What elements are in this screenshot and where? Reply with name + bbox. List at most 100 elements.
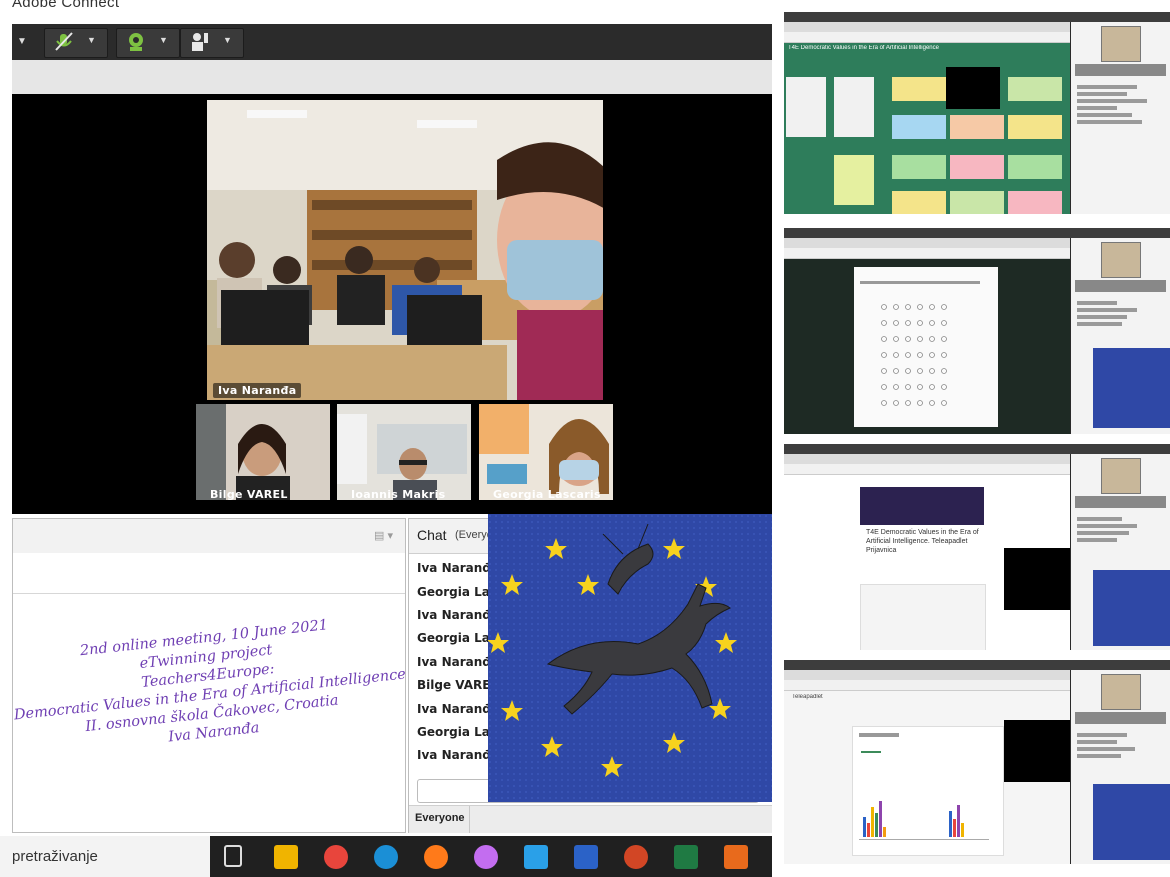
attendee-list — [1071, 730, 1170, 761]
padlet-card[interactable] — [892, 155, 946, 179]
participant-thumbnails — [1075, 64, 1166, 76]
browser-tabs — [784, 238, 1070, 248]
eu-deer-thumbnail — [1093, 570, 1170, 646]
presenter-name-label: Iva Naranđa — [213, 383, 302, 398]
connect-sidebar — [1071, 670, 1170, 864]
form-header-image — [860, 487, 984, 525]
padlet-video-overlay — [946, 67, 1000, 109]
camera-dropdown-icon[interactable]: ▼ — [159, 35, 168, 45]
browser-address-bar — [784, 680, 1070, 691]
padlet-card[interactable] — [834, 77, 874, 137]
padlet-card[interactable] — [1008, 191, 1062, 214]
app-title: Adobe Connect — [12, 0, 120, 11]
survey-grid — [860, 281, 980, 406]
screenshot-survey-form: T4E Democratic Values in the Era of Arti… — [784, 444, 1170, 650]
meeting-toolbar: ▼ ▼ ▼ ▼ — [12, 24, 772, 60]
classroom-video-image — [207, 100, 603, 400]
microphone-muted-icon — [55, 32, 73, 51]
participant-name: Bilge VAREL — [210, 488, 288, 500]
results-bar-chart — [859, 733, 989, 840]
participant-name: Georgia Lascaris — [493, 488, 601, 500]
photos-icon[interactable] — [524, 845, 548, 869]
firefox-icon[interactable] — [424, 845, 448, 869]
padlet-card[interactable] — [892, 77, 946, 101]
padlet-card[interactable] — [950, 115, 1004, 139]
browser-window — [784, 238, 1070, 434]
pod-options-icon[interactable]: ▤ ▾ — [374, 529, 393, 542]
chrome-icon[interactable] — [324, 845, 348, 869]
share-pod-toolbar — [13, 553, 405, 594]
taskbar-search-box[interactable]: pretraživanje — [0, 836, 210, 877]
share-pod-header: ▤ ▾ — [13, 519, 405, 554]
powerpoint-icon[interactable] — [624, 845, 648, 869]
browser-tabs — [784, 454, 1070, 464]
padlet-card[interactable] — [1008, 77, 1062, 101]
padlet-card[interactable] — [786, 77, 826, 137]
browser-window: Teleapadlet — [784, 670, 1070, 864]
snipping-tool-icon[interactable] — [724, 845, 748, 869]
chat-title: Chat — [417, 527, 447, 543]
shared-slide: 2nd online meeting, 10 June 2021 eTwinni… — [13, 617, 406, 779]
webcam-thumbnail — [1101, 26, 1141, 62]
divider — [469, 806, 470, 833]
screenshot-padlet-wall: T4E Democratic Values in the Era of Arti… — [784, 12, 1170, 214]
browser-window: T4E Democratic Values in the Era of Arti… — [784, 454, 1070, 650]
form-question-grid — [860, 584, 986, 650]
chat-tab-everyone[interactable]: Everyone — [415, 812, 465, 824]
padlet-card[interactable] — [950, 155, 1004, 179]
participant-image — [337, 404, 471, 500]
webcam-thumbnail — [1101, 242, 1141, 278]
task-view-icon[interactable] — [224, 845, 242, 867]
raise-hand-button[interactable]: ▼ — [180, 28, 244, 58]
results-card — [852, 726, 1004, 856]
pod-header-bar — [12, 60, 772, 95]
file-explorer-icon[interactable] — [274, 845, 298, 869]
attendee-list — [1071, 82, 1170, 127]
share-pod: ▤ ▾ 2nd online meeting, 10 June 2021 eTw… — [12, 518, 407, 833]
adobe-connect-window: Adobe Connect ▼ ▼ ▼ ▼ Iva Naranđa Bilge … — [0, 0, 772, 877]
participant-video-bilge[interactable]: Bilge VAREL — [196, 404, 330, 500]
form-title: T4E Democratic Values in the Era of Arti… — [866, 529, 979, 554]
menu-dropdown-icon[interactable]: ▼ — [14, 30, 30, 54]
browser-icon[interactable] — [474, 845, 498, 869]
padlet-card[interactable] — [834, 155, 874, 205]
participant-thumbnails — [1075, 496, 1166, 508]
word-icon[interactable] — [574, 845, 598, 869]
padlet-title: T4E Democratic Values in the Era of Arti… — [788, 45, 939, 51]
microphone-dropdown-icon[interactable]: ▼ — [87, 35, 96, 45]
status-dropdown-icon[interactable]: ▼ — [223, 35, 232, 45]
window-titlebar — [784, 228, 1170, 238]
taskbar-search-text: pretraživanje — [12, 848, 98, 865]
participant-name: Ioannis Makris — [351, 488, 446, 500]
excel-icon[interactable] — [674, 845, 698, 869]
microphone-button[interactable]: ▼ — [44, 28, 108, 58]
participant-video-georgia[interactable]: Georgia Lascaris — [479, 404, 613, 500]
window-titlebar — [784, 660, 1170, 670]
padlet-card[interactable] — [950, 191, 1004, 214]
window-titlebar — [784, 444, 1170, 454]
connect-sidebar — [1071, 22, 1170, 214]
dimmed-padlet-board — [784, 259, 1070, 434]
browser-tabs — [784, 670, 1070, 680]
screenshot-survey-results: Teleapadlet — [784, 660, 1170, 864]
main-video-feed: Iva Naranđa — [207, 100, 603, 400]
camera-button[interactable]: ▼ — [116, 28, 180, 58]
video-overlay — [1004, 548, 1070, 610]
padlet-card[interactable] — [1008, 155, 1062, 179]
padlet-card[interactable] — [892, 191, 946, 214]
results-page-title: Teleapadlet — [792, 694, 823, 700]
slide-text-block: 2nd online meeting, 10 June 2021 eTwinni… — [2, 608, 416, 764]
browser-address-bar — [784, 464, 1070, 475]
padlet-card[interactable] — [1008, 115, 1062, 139]
participant-video-ioannis[interactable]: Ioannis Makris — [337, 404, 471, 500]
browser-tabs — [784, 22, 1070, 32]
eu-deer-thumbnail — [1093, 784, 1170, 860]
window-titlebar — [784, 12, 1170, 22]
attendee-list — [1071, 514, 1170, 545]
eu-deer-illustration — [488, 514, 772, 802]
participant-image — [196, 404, 330, 500]
edge-icon[interactable] — [374, 845, 398, 869]
eu-deer-image — [488, 514, 772, 802]
browser-address-bar — [784, 32, 1070, 43]
padlet-card[interactable] — [892, 115, 946, 139]
